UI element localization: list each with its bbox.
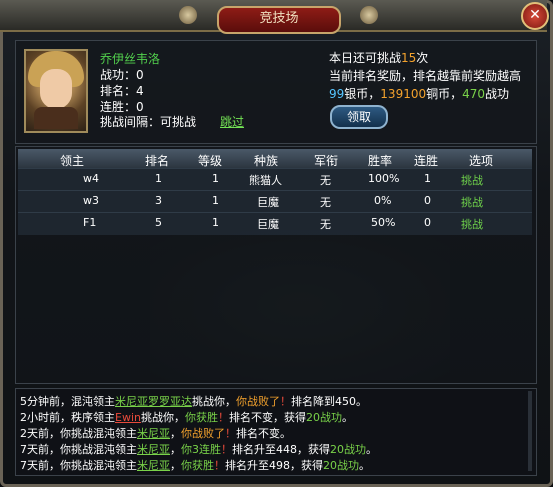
log-segment: 排名不变。 bbox=[236, 427, 291, 440]
row-title: 无 bbox=[320, 218, 331, 231]
log-segment: 你获胜 bbox=[181, 459, 214, 472]
row-winrate: 0% bbox=[374, 194, 392, 207]
challenge-button[interactable]: 挑战 bbox=[461, 172, 483, 188]
row-winrate: 50% bbox=[371, 216, 396, 229]
player-merit: 战功：0 bbox=[100, 68, 144, 82]
row-rank: 3 bbox=[155, 194, 162, 207]
challenge-button[interactable]: 挑战 bbox=[461, 194, 483, 210]
row-race: 巨魔 bbox=[257, 196, 279, 209]
avatar-body bbox=[34, 107, 78, 129]
row-title: 无 bbox=[320, 174, 331, 187]
log-segment: 排名升至498，获得 bbox=[225, 459, 323, 472]
row-lord: w4 bbox=[83, 172, 99, 185]
player-rank: 排名：4 bbox=[100, 84, 144, 98]
log-segment: 你战败了 bbox=[236, 395, 280, 408]
player-link[interactable]: 米尼亚 bbox=[137, 459, 170, 472]
log-segment: 排名降到450。 bbox=[291, 395, 367, 408]
log-segment: 你3连胜 bbox=[181, 443, 221, 456]
daily-count: 15 bbox=[401, 51, 417, 65]
daily-challenges: 本日还可挑战15次 bbox=[329, 49, 428, 66]
log-segment: ， bbox=[170, 443, 181, 456]
log-segment: 。 bbox=[366, 443, 377, 456]
row-streak: 1 bbox=[424, 172, 431, 185]
merit-amount: 470 bbox=[462, 87, 486, 101]
log-segment: 2天前，你挑战混沌领主 bbox=[20, 427, 137, 440]
challenge-button[interactable]: 挑战 bbox=[461, 216, 483, 232]
log-segment: 挑战你， bbox=[192, 395, 236, 408]
log-segment: 20战功 bbox=[305, 411, 342, 424]
log-segment: 挑战你， bbox=[140, 411, 185, 424]
player-link[interactable]: 米尼亚 bbox=[137, 427, 170, 440]
window-title: 竞技场 bbox=[217, 6, 341, 34]
row-level: 1 bbox=[212, 216, 219, 229]
log-line: 7天前，你挑战混沌领主米尼亚，你获胜！排名升至498，获得20战功。 bbox=[20, 457, 370, 473]
log-segment: ！ bbox=[225, 427, 236, 440]
claim-reward-button[interactable]: 领取 bbox=[330, 105, 388, 129]
daily-suffix: 次 bbox=[416, 51, 429, 65]
silver-unit: 银币， bbox=[344, 87, 381, 101]
log-segment: 排名升至448，获得 bbox=[232, 443, 330, 456]
log-segment: 7天前，你挑战混沌领主 bbox=[20, 443, 137, 456]
daily-prefix: 本日还可挑战 bbox=[329, 51, 402, 65]
log-segment: ！ bbox=[217, 411, 229, 424]
log-line: 7天前，你挑战混沌领主米尼亚，你3连胜！排名升至448，获得20战功。 bbox=[20, 441, 377, 457]
player-link[interactable]: 米尼亚 bbox=[137, 443, 170, 456]
log-segment: 20战功 bbox=[323, 459, 359, 472]
header-level: 等级 bbox=[198, 154, 223, 168]
close-icon[interactable]: ✕ bbox=[521, 2, 549, 30]
log-segment: 排名不变，获得 bbox=[228, 411, 306, 424]
copper-amount: 139100 bbox=[380, 87, 427, 101]
log-line: 2天前，你挑战混沌领主米尼亚，你战败了！排名不变。 bbox=[20, 425, 291, 441]
skip-link[interactable]: 跳过 bbox=[220, 113, 244, 130]
row-rank: 1 bbox=[155, 172, 162, 185]
reward-amounts: 99银币，139100铜币，470战功 bbox=[329, 85, 509, 102]
row-title: 无 bbox=[320, 196, 331, 209]
ornament-right-icon bbox=[360, 6, 378, 24]
silver-amount: 99 bbox=[329, 87, 345, 101]
log-segment: 你战败了 bbox=[181, 427, 225, 440]
row-level: 1 bbox=[212, 172, 219, 185]
row-winrate: 100% bbox=[368, 172, 400, 185]
player-link[interactable]: Ewin bbox=[115, 411, 141, 424]
header-title: 军衔 bbox=[314, 154, 339, 168]
copper-unit: 铜币， bbox=[426, 87, 463, 101]
log-segment: 你获胜 bbox=[184, 411, 218, 424]
row-rank: 5 bbox=[155, 216, 162, 229]
avatar bbox=[24, 49, 88, 133]
player-link[interactable]: 米尼亚罗罗亚达 bbox=[115, 395, 192, 408]
row-race: 熊猫人 bbox=[249, 174, 282, 187]
avatar-face bbox=[40, 69, 72, 109]
log-segment: 7天前，你挑战混沌领主 bbox=[20, 459, 137, 472]
log-segment: 。 bbox=[341, 411, 353, 424]
row-level: 1 bbox=[212, 194, 219, 207]
log-line: 5分钟前，混沌领主米尼亚罗罗亚达挑战你，你战败了！排名降到450。 bbox=[20, 393, 367, 409]
row-lord: w3 bbox=[83, 194, 99, 207]
log-segment: 5分钟前，混沌领主 bbox=[20, 395, 115, 408]
challenge-interval: 挑战间隔：可挑战 bbox=[100, 115, 197, 129]
ornament-left-icon bbox=[179, 6, 197, 24]
log-segment: ， bbox=[170, 427, 181, 440]
log-segment: ！ bbox=[280, 395, 291, 408]
row-race: 巨魔 bbox=[257, 218, 279, 231]
log-segment: ， bbox=[170, 459, 181, 472]
header-winrate: 胜率 bbox=[368, 154, 393, 168]
merit-unit: 战功 bbox=[485, 87, 510, 101]
row-lord: F1 bbox=[83, 216, 97, 229]
header-lord: 领主 bbox=[60, 154, 85, 168]
log-scrollbar[interactable] bbox=[528, 391, 532, 471]
header-option: 选项 bbox=[469, 154, 494, 168]
player-name: 乔伊丝韦洛 bbox=[100, 52, 161, 66]
header-streak: 连胜 bbox=[414, 154, 439, 168]
log-line: 2小时前，秩序领主Ewin挑战你，你获胜！排名不变，获得20战功。 bbox=[20, 409, 353, 425]
header-rank: 排名 bbox=[145, 154, 170, 168]
log-segment: 20战功 bbox=[330, 443, 366, 456]
row-streak: 0 bbox=[424, 216, 431, 229]
log-segment: ！ bbox=[221, 443, 232, 456]
row-streak: 0 bbox=[424, 194, 431, 207]
log-segment: ！ bbox=[214, 459, 225, 472]
log-segment: 。 bbox=[359, 459, 370, 472]
reward-description: 当前排名奖励，排名越靠前奖励越高 bbox=[329, 69, 522, 83]
log-segment: 2小时前，秩序领主 bbox=[20, 411, 115, 424]
header-race: 种族 bbox=[254, 154, 279, 168]
